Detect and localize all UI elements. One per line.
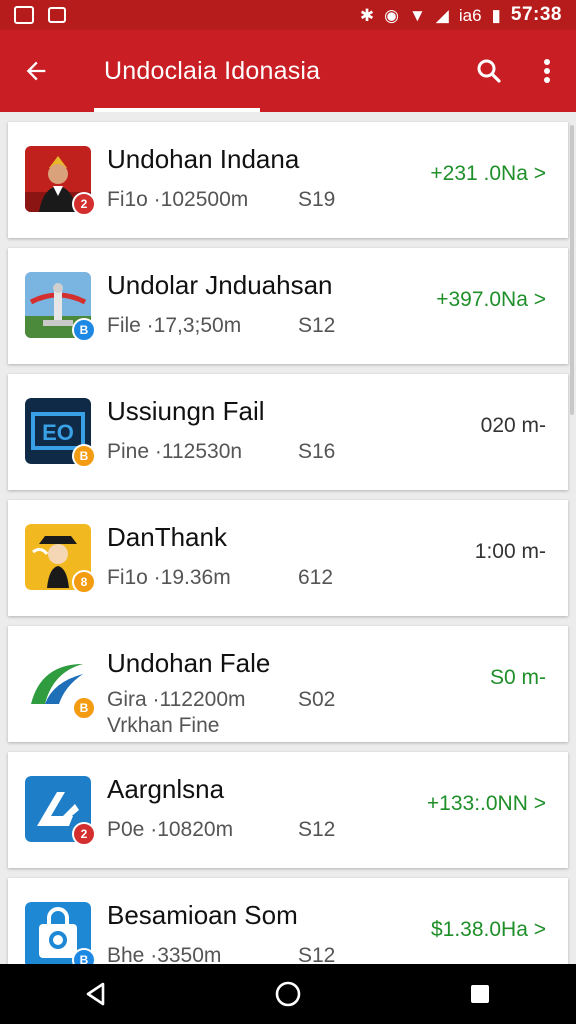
item-price[interactable]: +397.0Na > bbox=[436, 288, 546, 312]
item-title: Ussiungn Fail bbox=[107, 396, 265, 426]
app-bar: Undoclaia Idonasia bbox=[0, 30, 576, 112]
item-price[interactable]: S0 m- bbox=[490, 666, 546, 690]
battery-icon: ▮ bbox=[491, 5, 501, 25]
item-size: Gira ·112200m bbox=[107, 688, 246, 711]
status-badge: B bbox=[72, 948, 96, 964]
triangle-back-icon bbox=[86, 982, 105, 1006]
item-price[interactable]: 020 m- bbox=[481, 414, 546, 438]
status-badge: 2 bbox=[72, 822, 96, 846]
list-item[interactable]: 8 DanThank Fi1o ·19.36m 612 1:00 m- bbox=[8, 500, 568, 616]
more-vert-icon bbox=[544, 59, 550, 83]
list-item[interactable]: B Undolar Jnduahsan File ·17,3;50m S12 +… bbox=[8, 248, 568, 364]
svg-text:EO: EO bbox=[42, 420, 74, 445]
item-price[interactable]: +133:.0NN > bbox=[427, 792, 546, 816]
item-title: Undohan Fale bbox=[107, 648, 271, 678]
item-count: S19 bbox=[298, 188, 336, 211]
page-title: Undoclaia Idonasia bbox=[104, 56, 321, 85]
more-options-button[interactable] bbox=[518, 30, 576, 112]
scrollbar[interactable] bbox=[570, 125, 574, 415]
item-title: DanThank bbox=[107, 522, 227, 552]
item-count: 612 bbox=[298, 566, 334, 589]
item-count: S12 bbox=[298, 314, 336, 337]
search-icon bbox=[477, 59, 501, 83]
system-nav-bar bbox=[0, 964, 576, 1024]
item-title: Undohan Indana bbox=[107, 144, 300, 174]
alarm-icon: ◉ bbox=[384, 5, 399, 25]
item-price[interactable]: $1.38.0Ha > bbox=[431, 918, 546, 942]
square-recents-icon bbox=[471, 985, 489, 1003]
item-size: Bhe ·3350m bbox=[107, 944, 222, 964]
item-price[interactable]: 1:00 m- bbox=[475, 540, 546, 564]
bluetooth-icon: ✱ bbox=[359, 5, 375, 25]
list-item[interactable]: B Undohan Fale Gira ·112200m Vrkhan Fine… bbox=[8, 626, 568, 742]
nav-home-button[interactable] bbox=[258, 964, 318, 1024]
item-count: S12 bbox=[298, 944, 336, 964]
item-size: Pine ·112530n bbox=[107, 440, 243, 463]
search-button[interactable] bbox=[460, 30, 518, 112]
image-notification-icon bbox=[48, 7, 66, 23]
nav-back-button[interactable] bbox=[66, 964, 126, 1024]
item-count: S12 bbox=[298, 818, 336, 841]
item-title: Besamioan Som bbox=[107, 900, 298, 930]
item-price[interactable]: +231 .0Na > bbox=[430, 162, 546, 186]
app-list[interactable]: 2 Undohan Indana Fi1o ·102500m S19 +231 … bbox=[0, 112, 576, 964]
status-badge: B bbox=[72, 696, 96, 720]
item-subtitle: Vrkhan Fine bbox=[107, 714, 220, 737]
wifi-icon: ▼ bbox=[408, 5, 426, 25]
item-size: Fi1o ·19.36m bbox=[107, 566, 231, 589]
nav-recents-button[interactable] bbox=[450, 964, 510, 1024]
item-size: P0e ·10820m bbox=[107, 818, 234, 841]
notification-app-icon bbox=[14, 6, 34, 24]
status-badge: 8 bbox=[72, 570, 96, 594]
list-item[interactable]: EO B Ussiungn Fail Pine ·112530n S16 020… bbox=[8, 374, 568, 490]
status-badge: B bbox=[72, 318, 96, 342]
circle-home-icon bbox=[275, 981, 301, 1007]
list-item[interactable]: 2 Aargnlsna P0e ·10820m S12 +133:.0NN > bbox=[8, 752, 568, 868]
signal-icon: ◢ bbox=[435, 5, 449, 25]
item-size: File ·17,3;50m bbox=[107, 314, 242, 337]
item-count: S16 bbox=[298, 440, 336, 463]
list-item[interactable]: 2 Undohan Indana Fi1o ·102500m S19 +231 … bbox=[8, 122, 568, 238]
item-count: S02 bbox=[298, 688, 336, 711]
arrow-back-icon bbox=[26, 61, 46, 81]
item-size: Fi1o ·102500m bbox=[107, 188, 249, 211]
list-item[interactable]: B Besamioan Som Bhe ·3350m S12 $1.38.0Ha… bbox=[8, 878, 568, 964]
item-title: Undolar Jnduahsan bbox=[107, 270, 333, 300]
status-bar: ✱ ◉ ▼ ◢ iа6 ▮ 57:38 bbox=[0, 0, 576, 30]
status-time: 57:38 bbox=[510, 4, 562, 25]
status-badge: B bbox=[72, 444, 96, 468]
status-badge: 2 bbox=[72, 192, 96, 216]
item-title: Aargnlsna bbox=[107, 774, 225, 804]
back-button[interactable] bbox=[0, 30, 72, 112]
carrier-text: iа6 bbox=[458, 5, 482, 25]
